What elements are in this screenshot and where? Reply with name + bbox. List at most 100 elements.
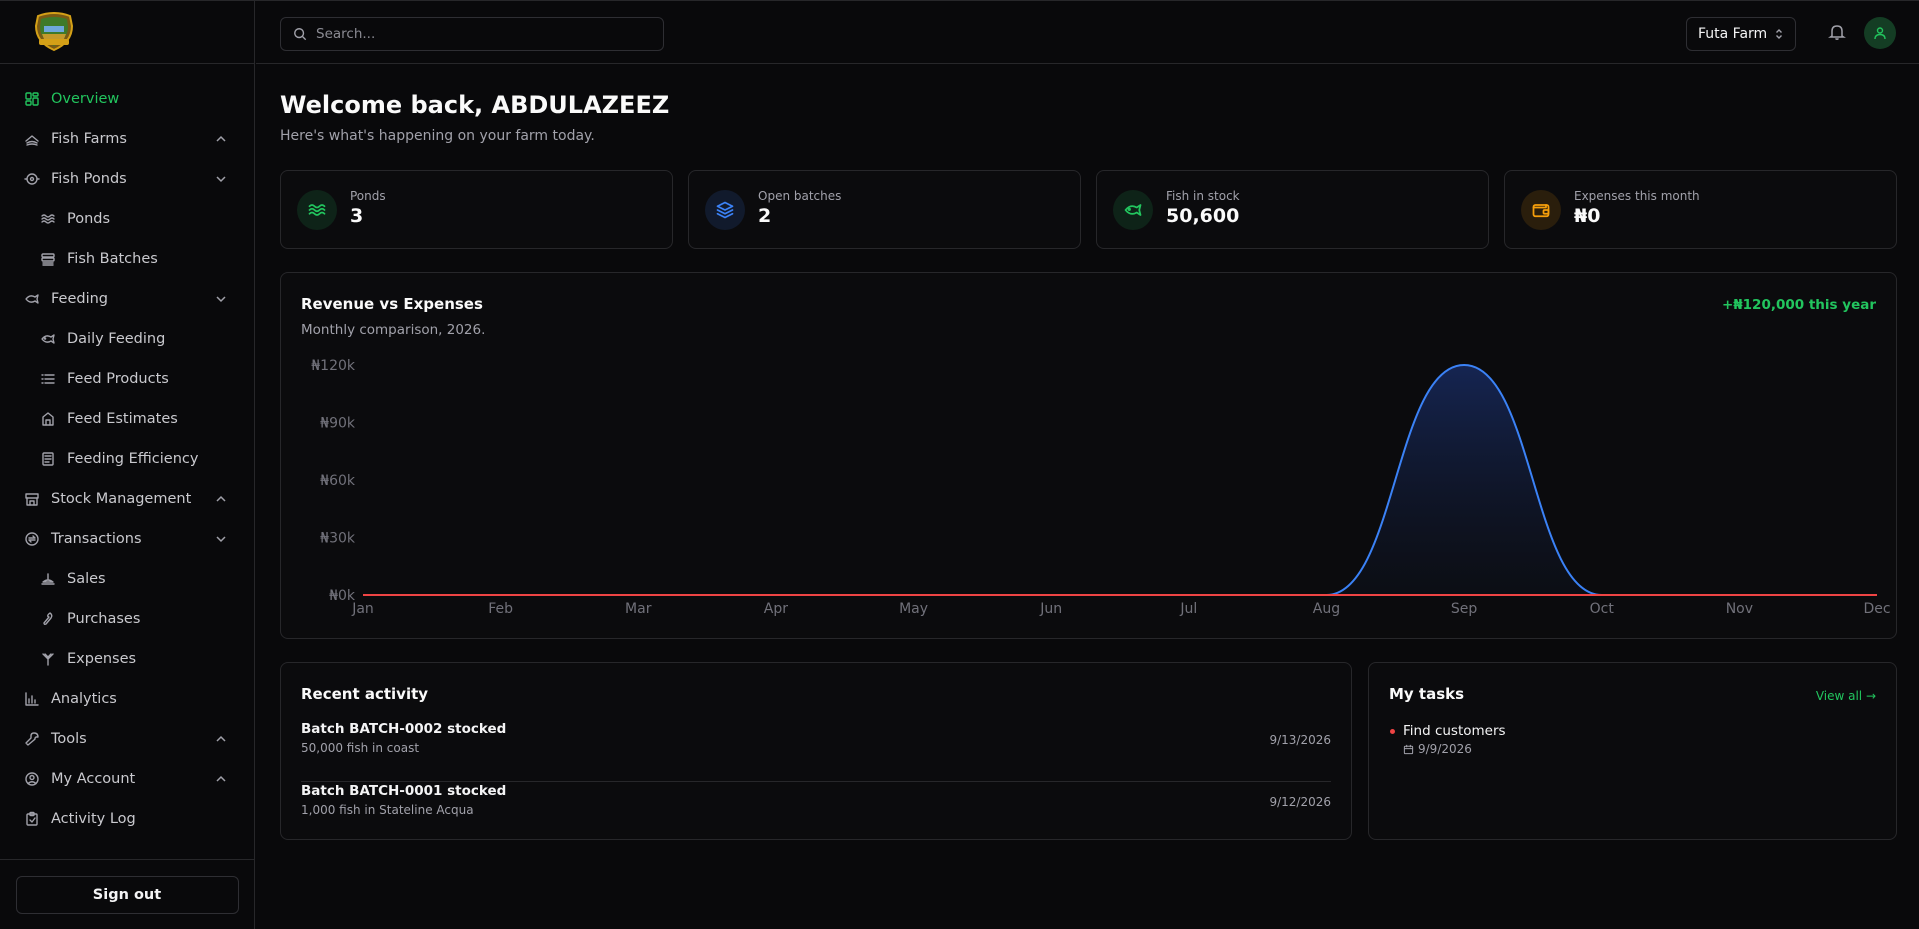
view-all-link[interactable]: View all → — [1816, 689, 1876, 703]
sidebar-item-feed-products[interactable]: Feed Products — [0, 359, 254, 399]
clipboard-icon — [26, 811, 38, 826]
sidebar-item-label: Feed Products — [67, 371, 169, 387]
sidebar-item-expenses[interactable]: Expenses — [0, 639, 254, 679]
layers-icon — [716, 201, 734, 219]
sidebar-item-fish-ponds[interactable]: Fish Ponds — [0, 159, 254, 199]
batches-icon — [41, 253, 55, 266]
signout-area: Sign out — [0, 859, 254, 929]
bell-icon[interactable] — [1828, 23, 1846, 41]
activity-item-desc: 1,000 fish in Stateline Acqua — [301, 803, 474, 817]
chevron-down-icon[interactable] — [214, 172, 228, 186]
sidebar-item-label: Expenses — [67, 651, 137, 667]
fish-farm-icon — [25, 135, 39, 146]
sign-out-button[interactable]: Sign out — [15, 876, 239, 914]
x-tick-label: May — [899, 601, 928, 617]
user-avatar[interactable] — [1864, 17, 1896, 49]
revenue-chart: ₦0k₦30k₦60k₦90k₦120kJan Feb Mar Apr May Jun Ju… — [311, 358, 1890, 617]
chevron-up-icon[interactable] — [214, 732, 228, 746]
activity-item-desc: 50,000 fish in coast — [301, 741, 420, 755]
sidebar-nav: Overview Fish Farms Fish Ponds Ponds Fish Ba… — [0, 64, 254, 839]
sidebar-item-fish-farms[interactable]: Fish Farms — [0, 119, 254, 159]
stat-icon-wrap — [1113, 190, 1153, 230]
y-tick-label: ₦120k — [311, 358, 356, 374]
sidebar-item-feeding[interactable]: Feeding — [0, 279, 254, 319]
x-tick-label: Mar — [625, 601, 652, 617]
sidebar-item-label: Stock Management — [51, 491, 192, 507]
sidebar-item-sales[interactable]: Sales — [0, 559, 254, 599]
fish-icon — [41, 334, 55, 344]
chart-subtitle: Monthly comparison, 2026. — [301, 322, 486, 338]
x-tick-label: Apr — [764, 601, 788, 617]
page-title: Welcome back, ABDULAZEEZ — [280, 91, 670, 119]
activity-item[interactable]: Batch BATCH-0001 stocked 1,000 fish in S… — [301, 783, 1331, 844]
sales-icon — [41, 573, 55, 585]
x-tick-label: Dec — [1863, 601, 1890, 617]
logo-area — [0, 1, 254, 64]
sidebar-item-tools[interactable]: Tools — [0, 719, 254, 759]
sidebar-item-analytics[interactable]: Analytics — [0, 679, 254, 719]
purchases-icon — [43, 612, 53, 626]
sidebar-item-activity-log[interactable]: Activity Log — [0, 799, 254, 839]
account-icon — [24, 771, 40, 787]
chevron-up-icon[interactable] — [214, 772, 228, 786]
calendar-icon — [1403, 744, 1414, 754]
activity-item[interactable]: Batch BATCH-0002 stocked 50,000 fish in … — [301, 721, 1331, 782]
chevron-down-icon[interactable] — [214, 532, 228, 546]
sidebar-item-ponds[interactable]: Ponds — [0, 199, 254, 239]
sidebar-item-transactions[interactable]: Transactions — [0, 519, 254, 559]
search-input[interactable] — [316, 26, 656, 42]
y-tick-label: ₦60k — [320, 473, 356, 489]
sidebar-item-feeding-efficiency[interactable]: Feeding Efficiency — [0, 439, 254, 479]
search-box[interactable] — [280, 17, 664, 51]
x-tick-label: Sep — [1451, 601, 1478, 617]
sidebar-item-label: Purchases — [67, 611, 141, 627]
farm-selector-label: Futa Farm — [1698, 26, 1768, 42]
stat-card-open-batches: Open batches 2 — [688, 170, 1081, 249]
farm-selector[interactable]: Futa Farm — [1686, 17, 1796, 51]
stat-card-expenses-this-month: Expenses this month ₦0 — [1504, 170, 1897, 249]
chevron-down-icon[interactable] — [214, 292, 228, 306]
revenue-chart-card: ₦0k ₦30k ₦60k ₦90k ₦120k Jan Feb Mar Apr May Jun Ju… — [280, 272, 1897, 639]
search-icon — [294, 28, 307, 41]
y-tick-label: ₦30k — [320, 531, 356, 547]
chart-title: Revenue vs Expenses — [301, 295, 483, 313]
series-line-0[interactable] — [363, 363, 1877, 596]
expenses-icon — [40, 651, 56, 667]
task-title[interactable]: Find customers — [1403, 723, 1506, 739]
store-icon — [25, 493, 39, 506]
activity-item-title: Batch BATCH-0002 stocked — [301, 721, 507, 737]
activity-item-title: Batch BATCH-0001 stocked — [301, 783, 507, 799]
transactions-icon — [24, 531, 40, 547]
feeding-icon — [24, 291, 40, 307]
dashboard-icon — [24, 91, 40, 107]
sidebar-item-stock-management[interactable]: Stock Management — [0, 479, 254, 519]
sidebar-item-fish-batches[interactable]: Fish Batches — [0, 239, 254, 279]
sidebar-item-overview[interactable]: Overview — [0, 79, 254, 119]
sidebar-item-purchases[interactable]: Purchases — [0, 599, 254, 639]
wrench-icon — [24, 731, 40, 747]
sidebar-item-label: Activity Log — [51, 811, 136, 827]
waves-icon — [40, 211, 56, 227]
fish-icon — [40, 331, 56, 347]
chevron-up-icon[interactable] — [214, 492, 228, 506]
wallet-icon — [1532, 204, 1550, 218]
purchases-icon — [40, 611, 56, 627]
sidebar-item-label: My Account — [51, 771, 136, 787]
fish-pond-icon — [24, 171, 40, 187]
sidebar-item-label: Tools — [51, 731, 87, 747]
activity-title: Recent activity — [301, 685, 429, 703]
sidebar-item-feed-estimates[interactable]: Feed Estimates — [0, 399, 254, 439]
efficiency-icon — [42, 452, 54, 466]
farm-logo[interactable] — [32, 12, 76, 52]
feeding-icon — [25, 294, 39, 304]
tasks-title: My tasks — [1389, 685, 1465, 703]
stat-card-ponds: Ponds 3 — [280, 170, 673, 249]
sidebar-item-label: Feeding — [51, 291, 109, 307]
sidebar-item-my-account[interactable]: My Account — [0, 759, 254, 799]
sidebar-item-daily-feeding[interactable]: Daily Feeding — [0, 319, 254, 359]
chevron-up-icon[interactable] — [214, 132, 228, 146]
wrench-icon — [25, 732, 39, 746]
fish-pond-icon — [24, 173, 40, 185]
fish-icon — [1124, 204, 1142, 216]
activity-item-date: 9/12/2026 — [1269, 795, 1331, 809]
